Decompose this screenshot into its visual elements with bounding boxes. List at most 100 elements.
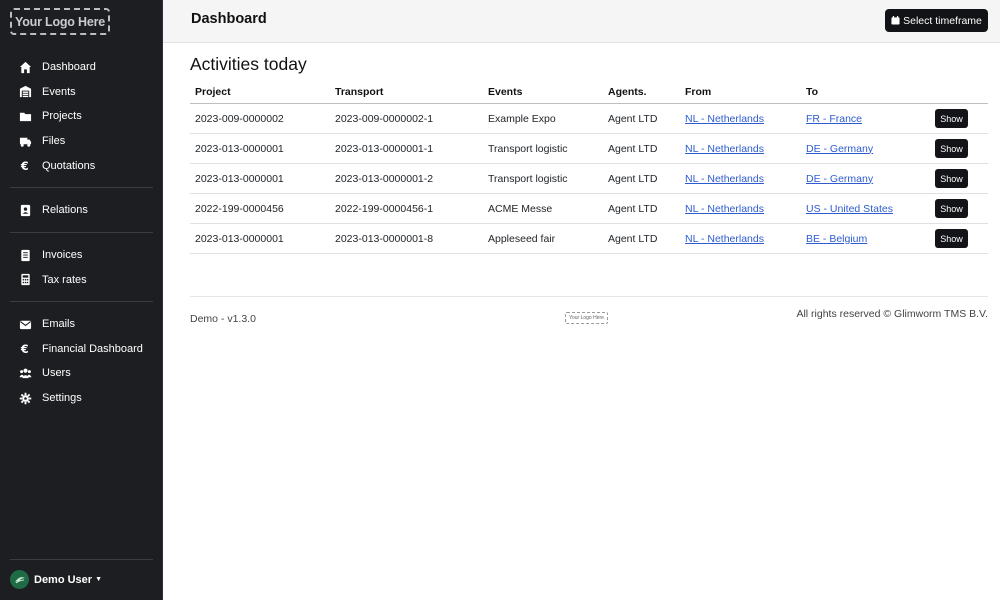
cell-to: US - United States bbox=[801, 193, 930, 224]
cell-agent: Agent LTD bbox=[603, 163, 680, 194]
sidebar-divider bbox=[10, 232, 153, 233]
sidebar-item-quotations[interactable]: € Quotations bbox=[18, 155, 95, 177]
from-country-link[interactable]: NL - Netherlands bbox=[685, 113, 764, 125]
column-header-from: From bbox=[680, 80, 801, 104]
show-button[interactable]: Show bbox=[935, 169, 968, 188]
cell-to: BE - Belgium bbox=[801, 223, 930, 254]
to-country-link[interactable]: BE - Belgium bbox=[806, 233, 867, 245]
sidebar-item-projects[interactable]: Projects bbox=[18, 105, 82, 127]
cell-agent: Agent LTD bbox=[603, 103, 680, 134]
cell-transport: 2023-009-0000002-1 bbox=[330, 103, 483, 134]
table-header-row: Project Transport Events Agents. From To bbox=[190, 80, 988, 104]
column-header-project: Project bbox=[190, 80, 330, 104]
cell-to: DE - Germany bbox=[801, 163, 930, 194]
envelope-icon bbox=[18, 317, 32, 331]
sidebar-item-label: Events bbox=[42, 85, 76, 98]
address-book-icon bbox=[18, 203, 32, 217]
cell-to: DE - Germany bbox=[801, 133, 930, 164]
cell-from: NL - Netherlands bbox=[680, 193, 801, 224]
show-button[interactable]: Show bbox=[935, 139, 968, 158]
column-header-events: Events bbox=[483, 80, 603, 104]
sidebar-item-users[interactable]: Users bbox=[18, 362, 71, 384]
sidebar-item-label: Dashboard bbox=[42, 61, 96, 73]
footer-logo: Your Logo Here bbox=[565, 312, 608, 324]
sidebar-item-label: Settings bbox=[42, 392, 82, 405]
sidebar-item-relations[interactable]: Relations bbox=[18, 199, 88, 221]
sidebar-item-tax-rates[interactable]: Tax rates bbox=[18, 269, 87, 291]
cell-transport: 2023-013-0000001-1 bbox=[330, 133, 483, 164]
sidebar-item-label: Projects bbox=[42, 110, 82, 123]
cell-transport: 2022-199-0000456-1 bbox=[330, 193, 483, 224]
show-button[interactable]: Show bbox=[935, 199, 968, 218]
select-timeframe-button[interactable]: Select timeframe bbox=[885, 9, 988, 32]
cell-event: ACME Messe bbox=[483, 193, 603, 224]
from-country-link[interactable]: NL - Netherlands bbox=[685, 173, 764, 185]
cell-transport: 2023-013-0000001-8 bbox=[330, 223, 483, 254]
cell-from: NL - Netherlands bbox=[680, 223, 801, 254]
from-country-link[interactable]: NL - Netherlands bbox=[685, 143, 764, 155]
page-title: Dashboard bbox=[191, 11, 267, 27]
user-menu[interactable]: Demo User ▼ bbox=[10, 570, 102, 589]
to-country-link[interactable]: FR - France bbox=[806, 113, 862, 125]
sidebar: Your Logo Here Dashboard Events Projects Fi… bbox=[0, 0, 163, 600]
logo[interactable]: Your Logo Here bbox=[10, 8, 110, 35]
cell-actions: Show bbox=[930, 103, 988, 134]
svg-text:€: € bbox=[19, 160, 28, 172]
cell-transport: 2023-013-0000001-2 bbox=[330, 163, 483, 194]
footer-copyright: All rights reserved © Glimworm TMS B.V. bbox=[796, 308, 988, 320]
cell-event: Appleseed fair bbox=[483, 223, 603, 254]
cell-event: Example Expo bbox=[483, 103, 603, 134]
table-row: 2023-013-0000001 2023-013-0000001-2 Transp… bbox=[190, 163, 988, 194]
sidebar-divider bbox=[10, 559, 153, 560]
sidebar-item-settings[interactable]: Settings bbox=[18, 387, 82, 409]
to-country-link[interactable]: US - United States bbox=[806, 203, 893, 215]
footer-divider bbox=[190, 296, 988, 297]
header: Dashboard Select timeframe bbox=[163, 0, 1000, 43]
sidebar-item-label: Users bbox=[42, 367, 71, 380]
from-country-link[interactable]: NL - Netherlands bbox=[685, 233, 764, 245]
cell-project: 2023-009-0000002 bbox=[190, 103, 330, 134]
gear-icon bbox=[18, 391, 32, 405]
cell-actions: Show bbox=[930, 163, 988, 194]
to-country-link[interactable]: DE - Germany bbox=[806, 143, 873, 155]
euro-icon: € bbox=[18, 342, 32, 356]
sidebar-item-label: Invoices bbox=[42, 249, 83, 261]
cell-event: Transport logistic bbox=[483, 133, 603, 164]
cell-to: FR - France bbox=[801, 103, 930, 134]
sidebar-item-label: Emails bbox=[42, 318, 76, 330]
section-title: Activities today bbox=[190, 54, 307, 74]
cell-from: NL - Netherlands bbox=[680, 133, 801, 164]
column-header-agents: Agents. bbox=[603, 80, 680, 104]
svg-text:€: € bbox=[19, 343, 28, 355]
table-row: 2023-013-0000001 2023-013-0000001-1 Transp… bbox=[190, 133, 988, 164]
to-country-link[interactable]: DE - Germany bbox=[806, 173, 873, 185]
sidebar-item-invoices[interactable]: Invoices bbox=[18, 244, 82, 266]
sidebar-item-events[interactable]: Events bbox=[18, 81, 76, 103]
sidebar-item-dashboard[interactable]: Dashboard bbox=[18, 56, 96, 78]
warehouse-icon bbox=[18, 85, 32, 99]
cell-project: 2023-013-0000001 bbox=[190, 133, 330, 164]
folder-icon bbox=[18, 109, 32, 123]
cell-project: 2023-013-0000001 bbox=[190, 223, 330, 254]
cell-project: 2022-199-0000456 bbox=[190, 193, 330, 224]
table-row: 2023-009-0000002 2023-009-0000002-1 Exampl… bbox=[190, 103, 988, 134]
from-country-link[interactable]: NL - Netherlands bbox=[685, 203, 764, 215]
home-icon bbox=[18, 60, 32, 74]
table-row: 2022-199-0000456 2022-199-0000456-1 ACME M… bbox=[190, 193, 988, 224]
column-header-transport: Transport bbox=[330, 80, 483, 104]
sidebar-item-emails[interactable]: Emails bbox=[18, 313, 75, 335]
sidebar-item-files[interactable]: Files bbox=[18, 130, 65, 152]
cell-agent: Agent LTD bbox=[603, 133, 680, 164]
calendar-icon bbox=[891, 16, 900, 25]
users-icon bbox=[18, 366, 32, 380]
footer-version: Demo - v1.3.0 bbox=[190, 313, 256, 325]
show-button[interactable]: Show bbox=[935, 109, 968, 128]
sidebar-item-financial-dashboard[interactable]: € Financial Dashboard bbox=[18, 338, 143, 360]
sidebar-item-label: Financial Dashboard bbox=[42, 342, 143, 355]
sidebar-divider bbox=[10, 187, 153, 188]
show-button[interactable]: Show bbox=[935, 229, 968, 248]
cell-from: NL - Netherlands bbox=[680, 103, 801, 134]
cell-actions: Show bbox=[930, 223, 988, 254]
invoice-icon bbox=[18, 248, 32, 262]
sidebar-item-label: Files bbox=[42, 135, 66, 148]
